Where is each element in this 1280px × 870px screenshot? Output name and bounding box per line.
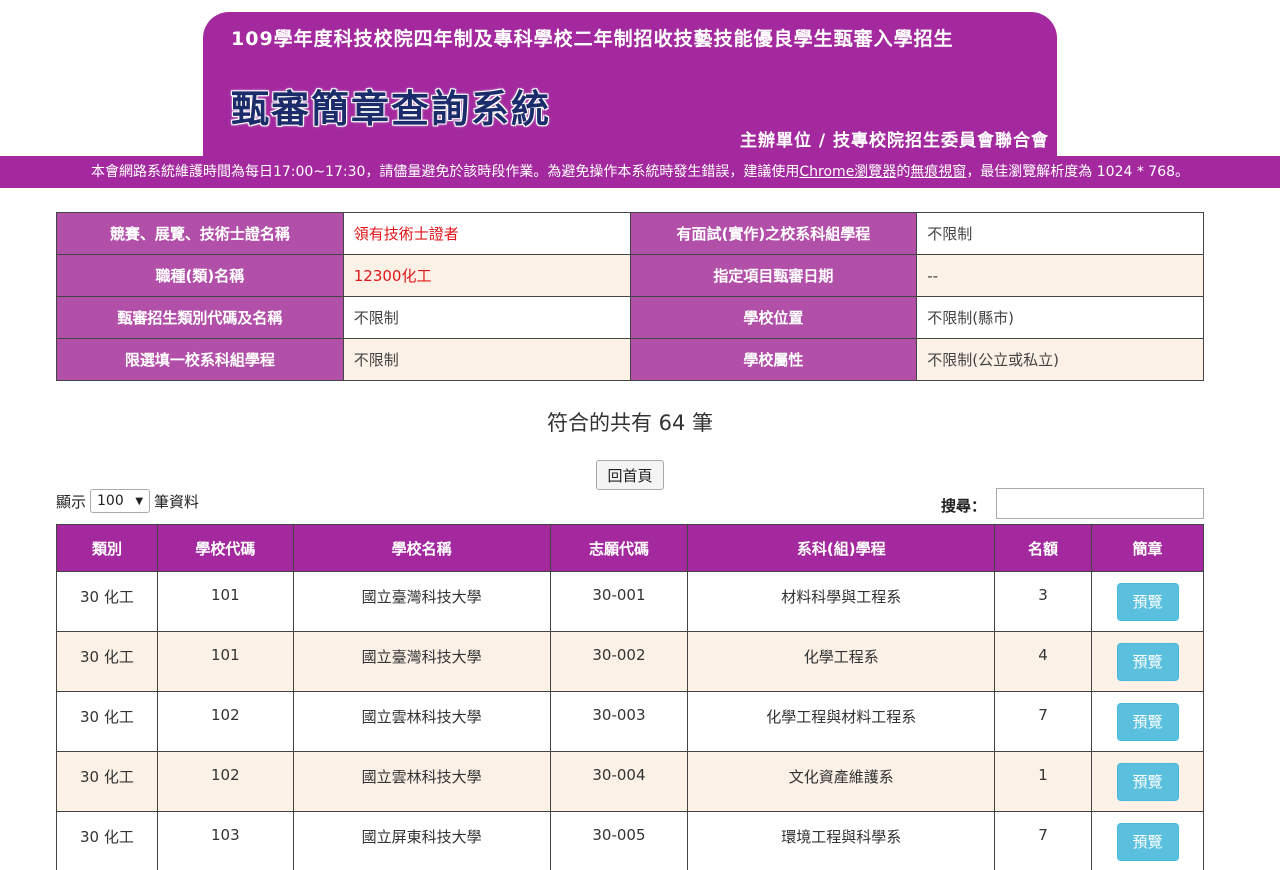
column-header[interactable]: 類別 bbox=[56, 524, 158, 572]
search-input[interactable] bbox=[996, 488, 1204, 519]
page-title: 甄審簡章查詢系統 bbox=[231, 87, 552, 131]
table-cell: 7 bbox=[994, 691, 1092, 752]
table-cell: 化學工程系 bbox=[687, 631, 996, 692]
criteria-table: 競賽、展覽、技術士證名稱 領有技術士證者 有面試(實作)之校系科組學程 不限制 職種(類… bbox=[56, 212, 1204, 381]
criteria-label: 職種(類)名稱 bbox=[56, 254, 344, 297]
results-table: 類別 學校代碼 學校名稱 志願代碼 系科(組)學程 名額 簡章 30 化工 101 國立臺灣科技… bbox=[56, 524, 1204, 870]
table-cell: 材料科學與工程系 bbox=[687, 571, 996, 632]
column-header[interactable]: 簡章 bbox=[1091, 524, 1204, 572]
preview-cell: 預覽 bbox=[1091, 631, 1204, 692]
home-button[interactable]: 回首頁 bbox=[596, 460, 664, 490]
criteria-label: 有面試(實作)之校系科組學程 bbox=[629, 212, 918, 255]
table-cell: 30 化工 bbox=[56, 751, 158, 812]
table-cell: 30-003 bbox=[549, 691, 689, 752]
table-cell: 101 bbox=[156, 631, 294, 692]
header-banner: 109學年度科技校院四年制及專科學校二年制招收技藝技能優良學生甄審入學招生 甄審… bbox=[203, 12, 1057, 156]
table-cell: 30 化工 bbox=[56, 571, 158, 632]
criteria-label: 限選填一校系科組學程 bbox=[56, 338, 344, 381]
table-cell: 國立屏東科技大學 bbox=[292, 811, 551, 870]
table-cell: 30 化工 bbox=[56, 811, 158, 870]
show-suffix: 筆資料 bbox=[154, 492, 200, 511]
preview-cell: 預覽 bbox=[1091, 691, 1204, 752]
criteria-label: 學校位置 bbox=[629, 296, 918, 339]
criteria-label: 競賽、展覽、技術士證名稱 bbox=[56, 212, 344, 255]
table-cell: 7 bbox=[994, 811, 1092, 870]
preview-button[interactable]: 預覽 bbox=[1116, 823, 1179, 861]
result-count: 符合的共有 64 筆 bbox=[546, 411, 714, 435]
table-row: 30 化工 103 國立屏東科技大學 30-005 環境工程與科學系 7 預覽 bbox=[56, 811, 1204, 870]
table-cell: 102 bbox=[156, 751, 294, 812]
header-subtitle: 109學年度科技校院四年制及專科學校二年制招收技藝技能優良學生甄審入學招生 bbox=[231, 28, 954, 50]
preview-cell: 預覽 bbox=[1091, 571, 1204, 632]
show-prefix: 顯示 bbox=[56, 492, 87, 511]
column-header[interactable]: 學校名稱 bbox=[292, 524, 551, 572]
preview-cell: 預覽 bbox=[1091, 751, 1204, 812]
table-row: 30 化工 102 國立雲林科技大學 30-003 化學工程與材料工程系 7 預覽 bbox=[56, 691, 1204, 752]
table-cell: 3 bbox=[994, 571, 1092, 632]
chevron-down-icon: ▼ bbox=[135, 495, 144, 507]
search-label: 搜尋： bbox=[941, 497, 987, 515]
incognito-link[interactable]: 無痕視窗 bbox=[910, 164, 966, 180]
table-cell: 4 bbox=[994, 631, 1092, 692]
table-cell: 國立臺灣科技大學 bbox=[292, 631, 551, 692]
preview-button[interactable]: 預覽 bbox=[1116, 583, 1179, 621]
table-row: 30 化工 101 國立臺灣科技大學 30-002 化學工程系 4 預覽 bbox=[56, 631, 1204, 692]
notice-bar: 本會網路系統維護時間為每日17:00~17:30，請儘量避免於該時段作業。為避免… bbox=[0, 156, 1280, 188]
column-header[interactable]: 志願代碼 bbox=[549, 524, 689, 572]
criteria-label: 學校屬性 bbox=[629, 338, 918, 381]
table-cell: 化學工程與材料工程系 bbox=[687, 691, 996, 752]
preview-button[interactable]: 預覽 bbox=[1116, 763, 1179, 801]
table-cell: 環境工程與科學系 bbox=[687, 811, 996, 870]
criteria-row: 甄審招生類別代碼及名稱 不限制 學校位置 不限制(縣市) bbox=[56, 296, 1204, 339]
criteria-value: 領有技術士證者 bbox=[342, 212, 631, 255]
table-cell: 30-004 bbox=[549, 751, 689, 812]
criteria-row: 職種(類)名稱 12300化工 指定項目甄審日期 -- bbox=[56, 254, 1204, 297]
notice-text-1: 本會網路系統維護時間為每日17:00~17:30，請儘量避免於該時段作業。為避免… bbox=[90, 164, 800, 180]
notice-text-2: 的 bbox=[896, 164, 911, 180]
preview-button[interactable]: 預覽 bbox=[1116, 643, 1179, 681]
table-cell: 103 bbox=[156, 811, 294, 870]
criteria-value: 不限制 bbox=[342, 338, 631, 381]
table-cell: 國立雲林科技大學 bbox=[292, 751, 551, 812]
table-cell: 30 化工 bbox=[56, 691, 158, 752]
criteria-row: 限選填一校系科組學程 不限制 學校屬性 不限制(公立或私立) bbox=[56, 338, 1204, 381]
column-header[interactable]: 學校代碼 bbox=[156, 524, 294, 572]
table-cell: 國立臺灣科技大學 bbox=[292, 571, 551, 632]
criteria-row: 競賽、展覽、技術士證名稱 領有技術士證者 有面試(實作)之校系科組學程 不限制 bbox=[56, 212, 1204, 255]
table-cell: 文化資產維護系 bbox=[687, 751, 996, 812]
criteria-value: 不限制 bbox=[916, 212, 1204, 255]
criteria-value: 不限制 bbox=[342, 296, 631, 339]
table-cell: 102 bbox=[156, 691, 294, 752]
page-length-value: 100 bbox=[97, 493, 124, 509]
criteria-value: 不限制(公立或私立) bbox=[916, 338, 1204, 381]
criteria-label: 甄審招生類別代碼及名稱 bbox=[56, 296, 344, 339]
table-cell: 國立雲林科技大學 bbox=[292, 691, 551, 752]
page-length-select[interactable]: 100 ▼ bbox=[90, 489, 151, 513]
table-cell: 30-002 bbox=[549, 631, 689, 692]
notice-text-3: ，最佳瀏覽解析度為 1024 * 768。 bbox=[966, 164, 1190, 180]
column-header[interactable]: 名額 bbox=[994, 524, 1092, 572]
criteria-value: -- bbox=[916, 254, 1204, 297]
column-header[interactable]: 系科(組)學程 bbox=[687, 524, 996, 572]
criteria-value: 不限制(縣市) bbox=[916, 296, 1204, 339]
page-length-control: 顯示 100 ▼ 筆資料 bbox=[56, 489, 199, 513]
table-cell: 1 bbox=[994, 751, 1092, 812]
table-cell: 30-005 bbox=[549, 811, 689, 870]
criteria-value: 12300化工 bbox=[342, 254, 631, 297]
organizer-text: 主辦單位 / 技專校院招生委員會聯合會 bbox=[739, 131, 1049, 151]
table-row: 30 化工 101 國立臺灣科技大學 30-001 材料科學與工程系 3 預覽 bbox=[56, 571, 1204, 632]
table-row: 30 化工 102 國立雲林科技大學 30-004 文化資產維護系 1 預覽 bbox=[56, 751, 1204, 812]
table-cell: 101 bbox=[156, 571, 294, 632]
preview-cell: 預覽 bbox=[1091, 811, 1204, 870]
table-cell: 30 化工 bbox=[56, 631, 158, 692]
table-cell: 30-001 bbox=[549, 571, 689, 632]
preview-button[interactable]: 預覽 bbox=[1116, 703, 1179, 741]
chrome-link[interactable]: Chrome瀏覽器 bbox=[799, 164, 896, 180]
criteria-label: 指定項目甄審日期 bbox=[629, 254, 918, 297]
